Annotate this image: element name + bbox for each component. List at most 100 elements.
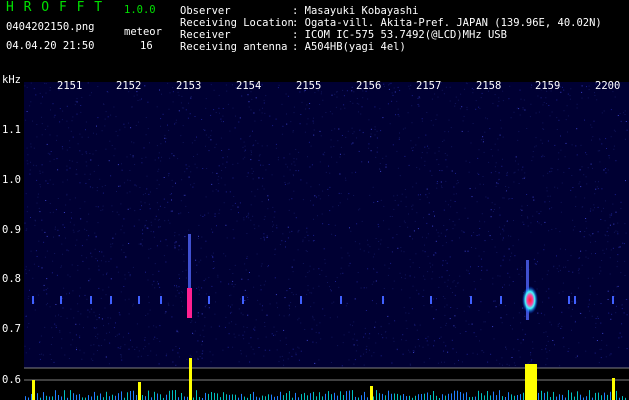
noise-pixel [624, 275, 626, 276]
noise-pixel [44, 256, 46, 258]
noise-pixel [85, 182, 87, 184]
level-bar [232, 394, 233, 400]
noise-pixel [440, 336, 442, 338]
noise-pixel [129, 275, 131, 277]
noise-pixel [252, 348, 254, 350]
noise-pixel [494, 246, 496, 248]
noise-pixel [546, 103, 547, 104]
noise-pixel [46, 278, 48, 280]
noise-pixel [463, 310, 465, 312]
noise-pixel [360, 113, 362, 115]
noise-pixel [554, 344, 555, 346]
noise-pixel [412, 150, 414, 152]
noise-pixel [424, 278, 426, 280]
noise-pixel [411, 147, 413, 149]
noise-pixel [225, 316, 227, 318]
noise-pixel [50, 151, 52, 152]
noise-pixel [605, 200, 606, 202]
noise-pixel [376, 147, 378, 149]
noise-pixel [443, 139, 445, 141]
noise-pixel [288, 209, 290, 211]
noise-pixel [599, 138, 601, 140]
noise-pixel [72, 116, 74, 118]
level-bar [94, 391, 95, 400]
noise-pixel [52, 336, 53, 338]
noise-pixel [39, 172, 41, 174]
level-bar [76, 394, 77, 400]
noise-pixel [163, 198, 165, 200]
level-bar [364, 391, 365, 400]
noise-pixel [375, 321, 377, 323]
noise-pixel [560, 135, 561, 137]
noise-pixel [100, 260, 102, 262]
noise-pixel [61, 243, 63, 245]
noise-pixel [497, 183, 499, 185]
noise-pixel [477, 266, 479, 267]
noise-pixel [615, 312, 617, 314]
noise-pixel [70, 212, 72, 213]
noise-pixel [283, 175, 285, 177]
noise-pixel [544, 314, 546, 316]
noise-pixel [106, 272, 108, 274]
noise-pixel [103, 255, 105, 257]
noise-pixel [53, 236, 54, 238]
noise-pixel [282, 125, 284, 127]
noise-pixel [39, 211, 41, 213]
noise-pixel [215, 112, 217, 113]
noise-pixel [103, 104, 105, 105]
noise-pixel [312, 120, 314, 122]
noise-pixel [480, 258, 482, 260]
level-bar [406, 396, 407, 400]
noise-pixel [592, 337, 594, 339]
noise-pixel [261, 309, 263, 311]
noise-pixel [54, 253, 56, 254]
noise-pixel [244, 149, 246, 151]
noise-pixel [408, 349, 410, 351]
noise-pixel [501, 165, 503, 167]
noise-pixel [353, 344, 355, 346]
noise-pixel [502, 90, 504, 92]
noise-pixel [77, 310, 79, 312]
noise-pixel [405, 196, 407, 198]
noise-pixel [365, 310, 367, 311]
noise-pixel [28, 295, 30, 297]
noise-pixel [66, 179, 68, 181]
noise-pixel [548, 297, 550, 299]
noise-pixel [90, 159, 92, 161]
noise-pixel [427, 233, 429, 235]
noise-pixel [205, 134, 207, 136]
echo-trace [160, 296, 162, 304]
noise-pixel [61, 338, 63, 340]
noise-pixel [255, 97, 257, 99]
noise-pixel [123, 182, 125, 184]
peak-bar [189, 358, 192, 400]
level-bar [475, 396, 476, 400]
noise-pixel [275, 143, 277, 145]
noise-pixel [128, 243, 130, 244]
noise-pixel [242, 314, 244, 316]
noise-pixel [279, 244, 281, 245]
noise-pixel [230, 306, 231, 308]
noise-pixel [567, 131, 568, 133]
noise-pixel [120, 356, 122, 358]
noise-pixel [426, 196, 428, 198]
noise-pixel [537, 95, 539, 97]
noise-pixel [178, 110, 180, 112]
noise-pixel [554, 186, 556, 188]
noise-pixel [234, 284, 236, 285]
noise-pixel [349, 324, 351, 326]
noise-pixel [178, 292, 180, 294]
level-bar [397, 393, 398, 400]
noise-pixel [227, 103, 229, 105]
noise-pixel [595, 253, 596, 254]
noise-pixel [252, 130, 253, 132]
noise-pixel [567, 115, 569, 117]
noise-pixel [587, 257, 589, 259]
noise-pixel [208, 307, 210, 308]
noise-pixel [466, 269, 468, 271]
noise-pixel [180, 297, 182, 298]
noise-pixel [562, 86, 563, 88]
noise-pixel [312, 240, 314, 242]
noise-pixel [428, 192, 430, 194]
noise-pixel [609, 216, 611, 218]
